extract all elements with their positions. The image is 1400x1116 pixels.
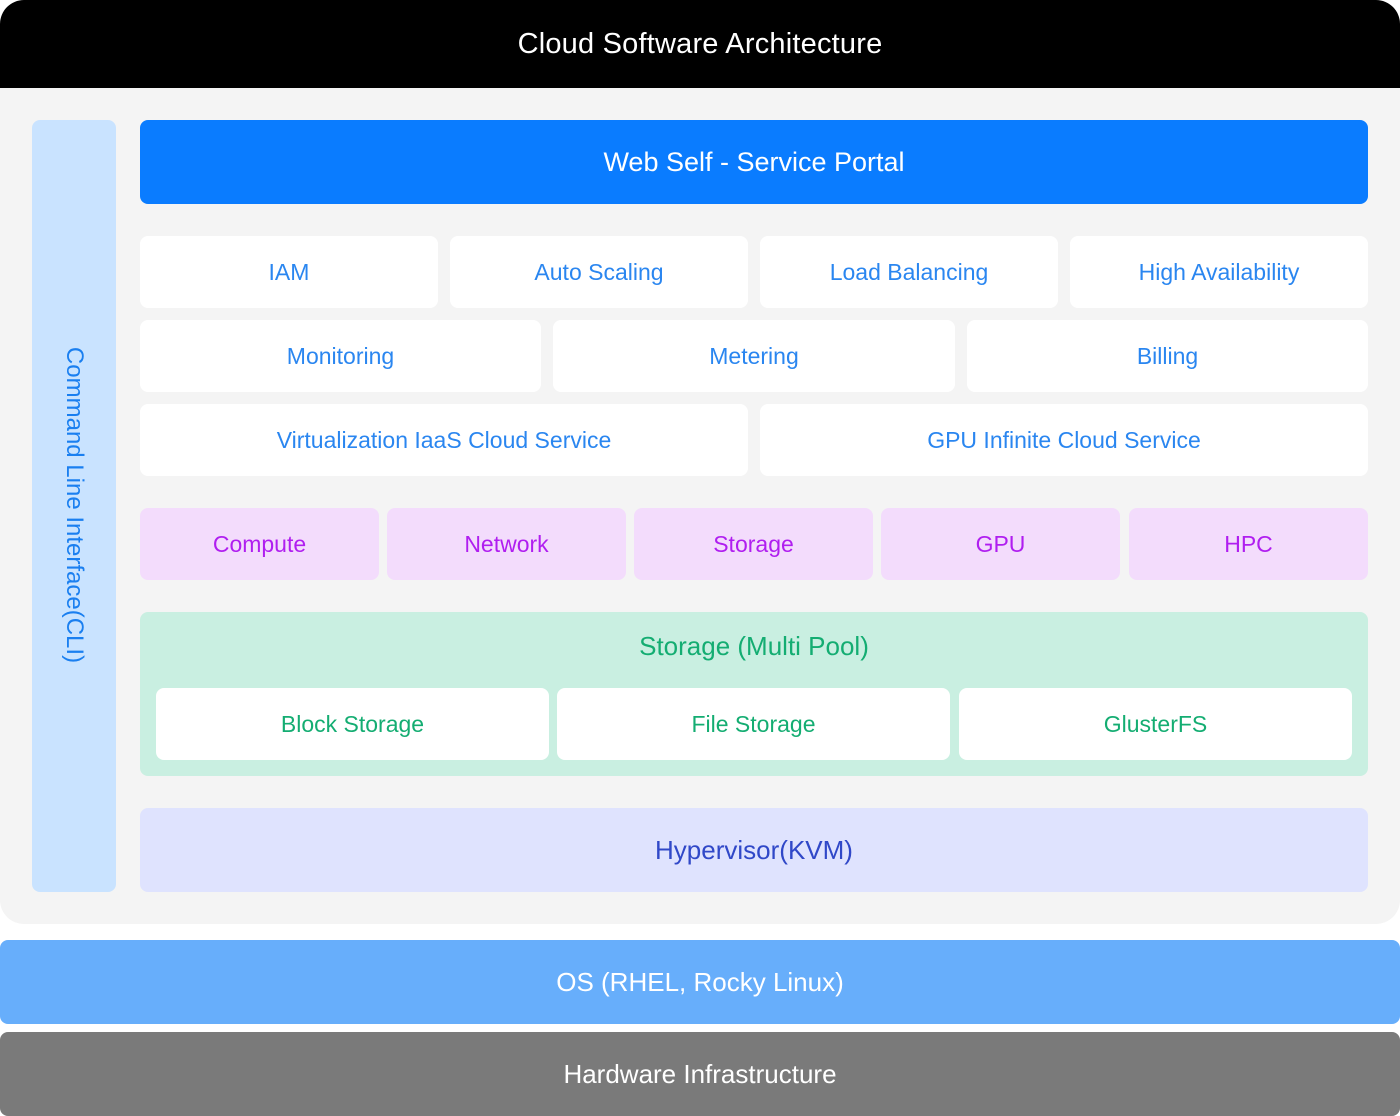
resource-gpu: GPU (881, 508, 1120, 580)
cli-layer: Command Line Interface(CLI) (32, 120, 116, 892)
storage-multi-pool-layer: Storage (Multi Pool) Block Storage File … (140, 612, 1368, 776)
service-auto-scaling: Auto Scaling (450, 236, 748, 308)
service-label: Auto Scaling (534, 258, 664, 285)
resource-storage: Storage (634, 508, 873, 580)
hypervisor-layer: Hypervisor(KVM) (140, 808, 1368, 892)
service-monitoring: Monitoring (140, 320, 541, 392)
storage-item-label: File Storage (691, 710, 816, 737)
hardware-layer: Hardware Infrastructure (0, 1032, 1400, 1116)
resource-hpc: HPC (1129, 508, 1368, 580)
service-label: Virtualization IaaS Cloud Service (276, 426, 612, 453)
storage-block: Block Storage (156, 688, 549, 760)
service-billing: Billing (967, 320, 1368, 392)
os-layer: OS (RHEL, Rocky Linux) (0, 940, 1400, 1024)
storage-item-label: Block Storage (280, 710, 425, 737)
storage-file: File Storage (557, 688, 950, 760)
service-high-availability: High Availability (1070, 236, 1368, 308)
service-label: Load Balancing (829, 258, 989, 285)
resource-label: GPU (975, 530, 1026, 557)
service-label: IAM (268, 258, 310, 285)
resource-label: Network (464, 530, 549, 557)
service-gpu-infinite: GPU Infinite Cloud Service (760, 404, 1368, 476)
service-label: Monitoring (286, 342, 395, 369)
hypervisor-label: Hypervisor(KVM) (655, 834, 853, 865)
web-portal-label: Web Self - Service Portal (603, 146, 905, 177)
os-label: OS (RHEL, Rocky Linux) (556, 966, 844, 997)
service-metering: Metering (553, 320, 955, 392)
storage-glusterfs: GlusterFS (959, 688, 1352, 760)
service-label: Billing (1136, 342, 1199, 369)
cli-label: Command Line Interface(CLI) (61, 346, 88, 664)
storage-multi-pool-title: Storage (Multi Pool) (140, 628, 1368, 664)
diagram-title: Cloud Software Architecture (0, 0, 1400, 88)
resource-label: Compute (212, 530, 307, 557)
storage-title-text: Storage (Multi Pool) (639, 630, 869, 661)
cloud-architecture-frame: Cloud Software Architecture Command Line… (0, 0, 1400, 924)
web-portal-layer: Web Self - Service Portal (140, 120, 1368, 204)
service-load-balancing: Load Balancing (760, 236, 1058, 308)
resource-network: Network (387, 508, 626, 580)
diagram-title-text: Cloud Software Architecture (517, 27, 883, 60)
service-virtualization-iaas: Virtualization IaaS Cloud Service (140, 404, 748, 476)
service-iam: IAM (140, 236, 438, 308)
resource-label: HPC (1224, 530, 1273, 557)
resource-label: Storage (713, 530, 794, 557)
hardware-label: Hardware Infrastructure (563, 1058, 837, 1089)
service-label: GPU Infinite Cloud Service (927, 426, 1201, 453)
storage-item-label: GlusterFS (1103, 710, 1208, 737)
service-label: High Availability (1138, 258, 1300, 285)
service-label: Metering (709, 342, 799, 369)
resource-compute: Compute (140, 508, 379, 580)
